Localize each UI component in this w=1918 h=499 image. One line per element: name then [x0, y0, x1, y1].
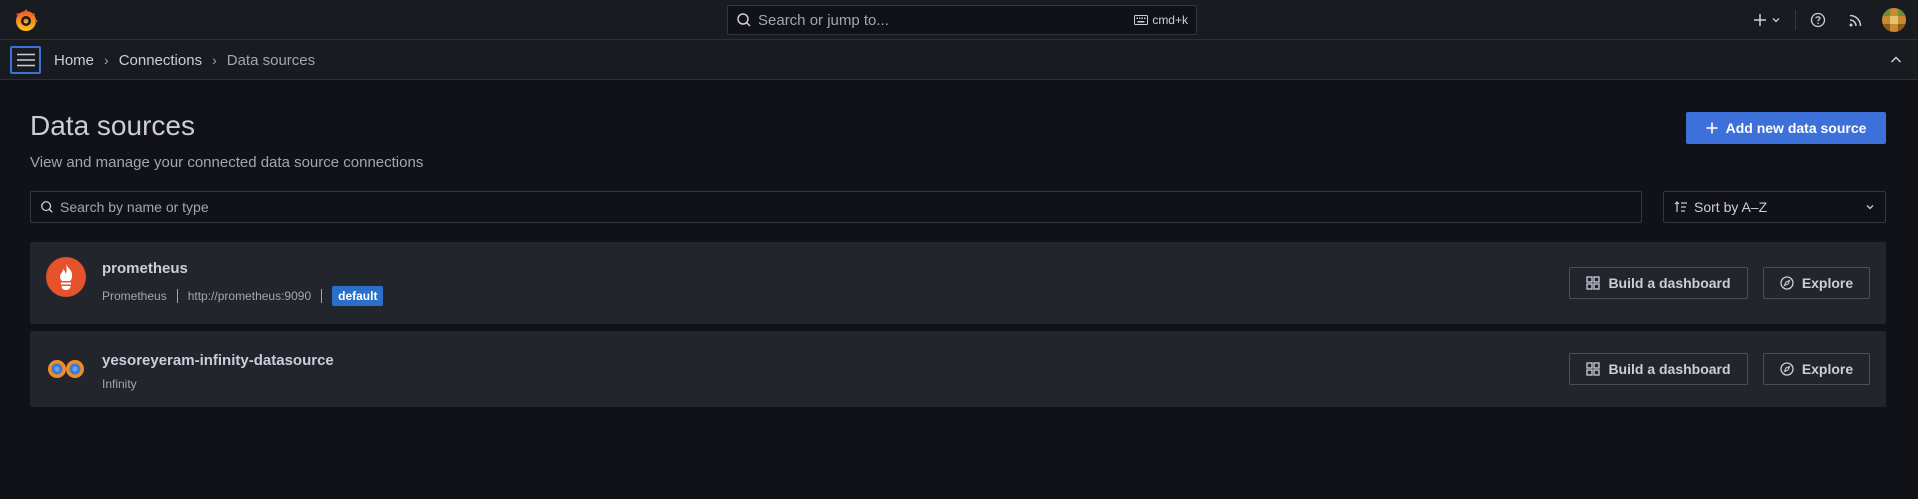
datasource-search-input[interactable] — [60, 199, 1560, 215]
datasource-type: Prometheus — [102, 289, 167, 303]
compass-icon — [1780, 276, 1794, 290]
datasource-card[interactable]: prometheus Prometheus http://prometheus:… — [30, 242, 1886, 324]
apps-icon — [1586, 362, 1601, 376]
compass-icon — [1780, 362, 1794, 376]
search-icon — [41, 201, 53, 213]
build-dashboard-label: Build a dashboard — [1608, 275, 1731, 291]
help-icon — [1810, 12, 1826, 28]
chevron-down-icon — [1772, 18, 1780, 23]
datasource-search-field[interactable] — [30, 191, 1642, 223]
default-badge: default — [332, 286, 384, 306]
build-dashboard-button[interactable]: Build a dashboard — [1569, 267, 1748, 299]
sort-select[interactable]: Sort by A–Z — [1663, 191, 1886, 223]
datasource-card[interactable]: yesoreyeram-infinity-datasource Infinity… — [30, 331, 1886, 407]
breadcrumb-home[interactable]: Home — [54, 52, 94, 69]
global-search-placeholder: Search or jump to... — [758, 11, 889, 29]
datasource-type: Infinity — [102, 377, 137, 391]
new-menu-button[interactable] — [1749, 8, 1785, 32]
grafana-logo-icon[interactable] — [13, 8, 39, 34]
datasource-meta: Infinity — [102, 377, 137, 391]
datasource-url: http://prometheus:9090 — [187, 289, 312, 303]
breadcrumb-connections[interactable]: Connections — [119, 52, 202, 69]
add-data-source-label: Add new data source — [1725, 120, 1867, 136]
keyboard-icon — [1134, 15, 1149, 25]
collapse-header-button[interactable] — [1888, 52, 1904, 68]
apps-icon — [1586, 276, 1601, 290]
help-button[interactable] — [1806, 8, 1830, 32]
shortcut-label: cmd+k — [1152, 13, 1188, 27]
menu-toggle-button[interactable] — [10, 46, 41, 74]
breadcrumb-separator: › — [104, 52, 109, 68]
plus-icon — [1754, 14, 1766, 26]
infinity-logo-icon — [46, 349, 86, 389]
page-subtitle: View and manage your connected data sour… — [30, 154, 424, 171]
datasource-name[interactable]: prometheus — [102, 260, 188, 277]
chevron-down-icon — [1866, 205, 1874, 210]
build-dashboard-label: Build a dashboard — [1608, 361, 1731, 377]
datasource-meta: Prometheus http://prometheus:9090 defaul… — [102, 285, 384, 307]
rss-icon — [1849, 14, 1862, 27]
divider — [321, 289, 323, 303]
divider — [1795, 10, 1796, 30]
datasource-name[interactable]: yesoreyeram-infinity-datasource — [102, 352, 334, 369]
shortcut-hint: cmd+k — [1134, 13, 1188, 27]
explore-label: Explore — [1801, 361, 1854, 377]
add-data-source-button[interactable]: Add new data source — [1686, 112, 1886, 144]
nav-bar: Home › Connections › Data sources — [0, 40, 1918, 80]
avatar[interactable] — [1882, 8, 1906, 32]
top-actions — [1749, 8, 1906, 32]
build-dashboard-button[interactable]: Build a dashboard — [1569, 353, 1748, 385]
breadcrumb: Home › Connections › Data sources — [54, 40, 315, 80]
search-icon — [737, 13, 751, 27]
page-title: Data sources — [30, 110, 195, 141]
global-search-input[interactable]: Search or jump to... cmd+k — [727, 5, 1197, 35]
top-bar: Search or jump to... cmd+k — [0, 0, 1918, 40]
hamburger-icon — [16, 53, 35, 67]
explore-button[interactable]: Explore — [1763, 353, 1870, 385]
sort-label: Sort by A–Z — [1694, 199, 1768, 215]
breadcrumb-separator: › — [212, 52, 217, 68]
news-button[interactable] — [1844, 8, 1868, 32]
plus-icon — [1706, 122, 1718, 134]
prometheus-logo-icon — [46, 257, 86, 297]
explore-button[interactable]: Explore — [1763, 267, 1870, 299]
divider — [176, 289, 178, 303]
sort-icon — [1674, 201, 1687, 212]
explore-label: Explore — [1801, 275, 1854, 291]
chevron-up-icon — [1890, 56, 1902, 63]
breadcrumb-current: Data sources — [226, 51, 316, 69]
